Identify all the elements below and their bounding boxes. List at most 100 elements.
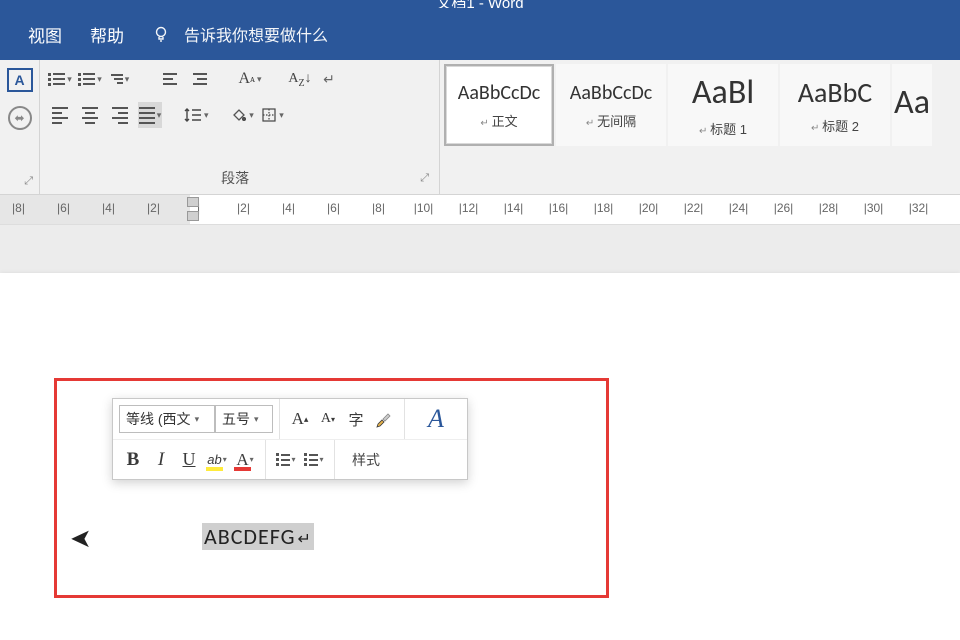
styles-label-button[interactable]: 样式 <box>341 450 391 470</box>
highlight-button[interactable]: ab▾ <box>203 446 231 474</box>
font-size-value: 五号 <box>222 409 250 429</box>
font-group-launcher-icon[interactable]: ⤢ <box>24 175 33 188</box>
styles-gallery: AaBbCcDc 正文 AaBbCcDc 无间隔 AaBl 标题 1 AaBbC… <box>440 60 934 194</box>
ruler-mark: |2| <box>135 201 172 215</box>
style-normal[interactable]: AaBbCcDc 正文 <box>444 64 554 146</box>
ribbon-body: A ⬌ ⤢ ▾ ▾ ▾ <box>0 60 960 195</box>
pilcrow-icon: ↵ <box>298 530 312 549</box>
ruler-mark: |10| <box>405 201 442 215</box>
style-preview: AaBbC <box>798 75 872 110</box>
justify-icon <box>139 107 155 124</box>
brush-icon <box>375 410 393 428</box>
paint-bucket-icon <box>231 107 247 123</box>
italic-button[interactable]: I <box>147 446 175 474</box>
font-color-button[interactable]: A▾ <box>231 446 259 474</box>
underline-button[interactable]: U <box>175 446 203 474</box>
ruler-ticks: |8||6||4||2|||2||4||6||8||10||12||14||16… <box>0 201 945 215</box>
justify-button[interactable]: ▾ <box>138 102 162 128</box>
indent-icon <box>193 73 207 85</box>
style-label: 标题 1 <box>699 119 747 138</box>
ruler-mark: |18| <box>585 201 622 215</box>
numbering-icon <box>304 453 318 466</box>
ruler-mark: |6| <box>45 201 82 215</box>
font-name-combo[interactable]: 等线 (西文▾ <box>119 405 215 433</box>
shrink-font-button[interactable]: A▾ <box>314 405 342 433</box>
styles-swash-icon: A <box>428 409 444 430</box>
align-right-icon <box>112 107 128 124</box>
mini-toolbar: 等线 (西文▾ 五号▾ A▴ A▾ 字 A <box>112 398 468 480</box>
style-preview: Aa <box>894 82 930 123</box>
ruler-mark: |4| <box>90 201 127 215</box>
selected-text-value: ABCDEFG <box>204 523 296 550</box>
paragraph-launcher-icon[interactable]: ⤢ <box>420 172 429 185</box>
format-painter-button[interactable] <box>370 405 398 433</box>
tab-view[interactable]: 视图 <box>28 22 62 47</box>
align-right-button[interactable] <box>108 102 132 128</box>
mini-numbering-button[interactable]: ▾ <box>300 446 328 474</box>
accessibility-icon[interactable]: ⬌ <box>8 106 32 130</box>
lightbulb-icon <box>152 25 170 43</box>
align-left-icon <box>52 107 68 124</box>
style-preview: AaBbCcDc <box>458 81 540 105</box>
bullets-icon <box>276 453 290 466</box>
style-label: 正文 <box>480 111 517 130</box>
bullets-icon <box>48 73 65 86</box>
multilevel-list-button[interactable]: ▾ <box>108 66 132 92</box>
phonetic-guide-button[interactable]: 字 <box>342 405 370 433</box>
style-preview: AaBl <box>692 72 754 113</box>
align-center-icon <box>82 107 98 124</box>
ruler-mark: |32| <box>900 201 937 215</box>
line-spacing-icon <box>184 107 202 123</box>
numbering-icon <box>78 73 95 86</box>
tab-help[interactable]: 帮助 <box>90 22 124 47</box>
textbox-icon[interactable]: A <box>7 68 33 92</box>
style-preview: AaBbCcDc <box>570 81 652 105</box>
numbering-button[interactable]: ▾ <box>78 66 102 92</box>
font-size-combo[interactable]: 五号▾ <box>215 405 273 433</box>
ruler-mark: |6| <box>315 201 352 215</box>
ribbon-tabs: 视图 帮助 告诉我你想要做什么 <box>0 8 960 60</box>
ruler-mark: |30| <box>855 201 892 215</box>
ruler-mark: |8| <box>360 201 397 215</box>
sort-button[interactable]: AZ↓ <box>288 66 312 92</box>
ruler-mark: |20| <box>630 201 667 215</box>
cursor-arrow-icon: ➤ <box>70 523 92 554</box>
style-heading-1[interactable]: AaBl 标题 1 <box>668 64 778 146</box>
title-bar: 文档1 - Word <box>0 0 960 8</box>
grow-font-button[interactable]: A▴ <box>286 405 314 433</box>
styles-label: 样式 <box>352 450 380 470</box>
selected-text[interactable]: ABCDEFG↵ <box>202 523 314 550</box>
ruler-mark: |14| <box>495 201 532 215</box>
document-area: 等线 (西文▾ 五号▾ A▴ A▾ 字 A <box>0 225 960 640</box>
ruler-mark: |4| <box>270 201 307 215</box>
indent-marker[interactable] <box>186 197 198 221</box>
paragraph-group-label: 段落 <box>221 168 249 188</box>
borders-button[interactable]: ▾ <box>261 102 285 128</box>
style-heading-2[interactable]: AaBbC 标题 2 <box>780 64 890 146</box>
align-left-button[interactable] <box>48 102 72 128</box>
ruler-mark: |28| <box>810 201 847 215</box>
ruler-mark: |16| <box>540 201 577 215</box>
bullets-button[interactable]: ▾ <box>48 66 72 92</box>
page[interactable]: 等线 (西文▾ 五号▾ A▴ A▾ 字 A <box>0 273 960 640</box>
style-more[interactable]: Aa <box>892 64 932 146</box>
align-center-button[interactable] <box>78 102 102 128</box>
multilevel-icon <box>111 74 123 84</box>
ruler-mark: |26| <box>765 201 802 215</box>
tell-me-search[interactable]: 告诉我你想要做什么 <box>152 22 328 46</box>
ribbon-left-column: A ⬌ ⤢ <box>0 60 40 194</box>
show-marks-button[interactable]: ↵ <box>318 66 340 92</box>
outdent-icon <box>163 73 177 85</box>
change-case-button[interactable]: Aᴀ▾ <box>238 66 262 92</box>
ruler-mark: |2| <box>225 201 262 215</box>
line-spacing-button[interactable]: ▾ <box>184 102 209 128</box>
style-no-spacing[interactable]: AaBbCcDc 无间隔 <box>556 64 666 146</box>
mini-bullets-button[interactable]: ▾ <box>272 446 300 474</box>
bold-button[interactable]: B <box>119 446 147 474</box>
horizontal-ruler[interactable]: |8||6||4||2|||2||4||6||8||10||12||14||16… <box>0 195 960 225</box>
style-label: 标题 2 <box>811 116 859 135</box>
shading-button[interactable]: ▾ <box>231 102 255 128</box>
increase-indent-button[interactable] <box>188 66 212 92</box>
styles-dropdown-button[interactable]: A <box>411 409 461 430</box>
decrease-indent-button[interactable] <box>158 66 182 92</box>
